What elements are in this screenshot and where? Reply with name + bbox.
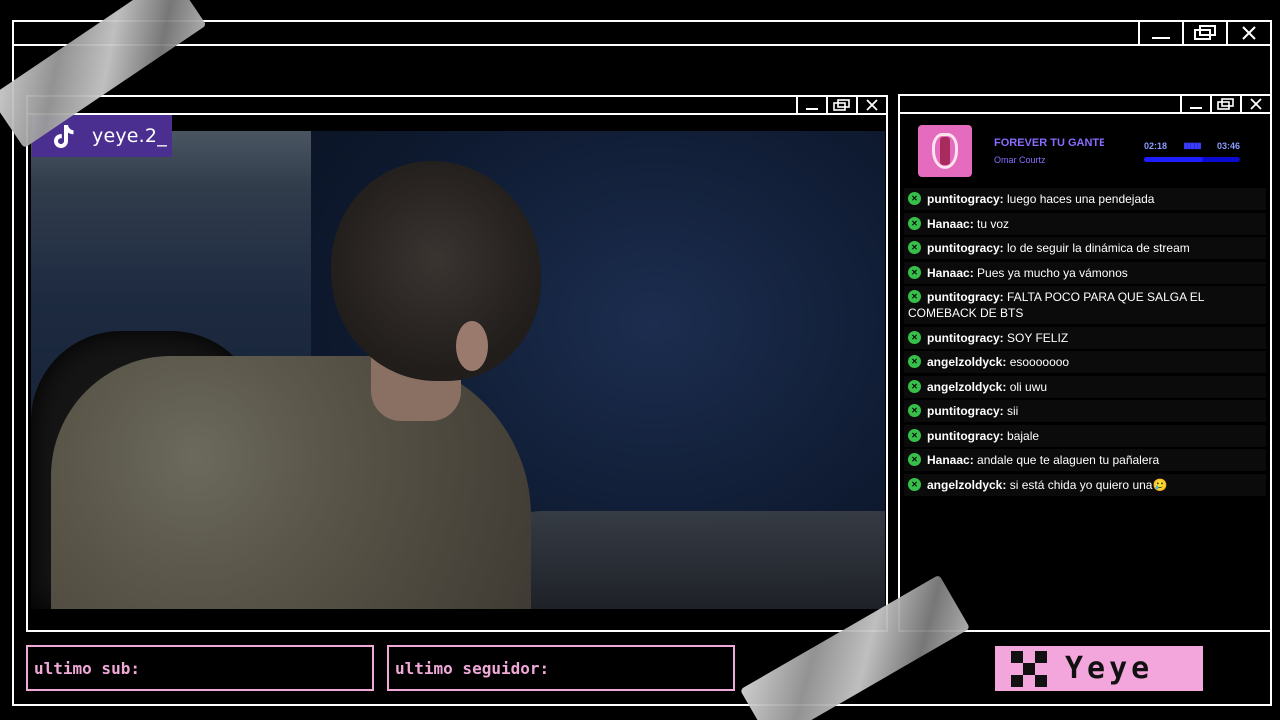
chat-username[interactable]: Hanaac: — [927, 453, 974, 467]
heart-art — [940, 137, 950, 165]
close-icon[interactable] — [856, 97, 886, 113]
chat-message: puntitogracy: FALTA POCO PARA QUE SALGA … — [904, 286, 1266, 324]
chat-text: tu voz — [977, 216, 1010, 231]
track-title: FOREVER TU GANTE — [994, 137, 1104, 149]
restore-icon[interactable] — [1182, 22, 1226, 44]
chat-message: puntitogracy: luego haces una pendejada — [904, 188, 1266, 210]
track-progress-fill — [1144, 156, 1203, 162]
chat-username[interactable]: angelzoldyck: — [927, 380, 1006, 394]
chat-username[interactable]: puntitogracy: — [927, 290, 1004, 304]
chat-message: angelzoldyck: oli uwu — [904, 375, 1266, 398]
moderator-badge-icon — [908, 330, 921, 344]
streamer-ear — [456, 321, 488, 371]
chat-username[interactable]: angelzoldyck: — [927, 478, 1006, 492]
minimize-icon[interactable] — [796, 97, 826, 113]
video-window: yeye.2_ — [26, 95, 888, 632]
moderator-badge-icon — [908, 290, 921, 303]
track-artist: Omar Courtz — [994, 155, 1046, 165]
chat-text: si está chida yo quiero una🥲 — [1009, 477, 1168, 492]
chat-text: oli uwu — [1009, 379, 1048, 394]
music-player: FOREVER TU GANTE Omar Courtz 02:18 ▮▮▮▮▮… — [908, 122, 1248, 180]
chat-username[interactable]: puntitogracy: — [927, 404, 1004, 418]
chat-list: puntitogracy: luego haces una pendejadaH… — [904, 188, 1266, 498]
chat-text: sii — [1007, 404, 1019, 418]
chat-message: puntitogracy: sii — [904, 400, 1266, 422]
streamer-logo: Yeye — [995, 646, 1203, 691]
moderator-badge-icon — [908, 241, 921, 254]
chat-message: puntitogracy: lo de seguir la dinámica d… — [904, 237, 1266, 259]
chat-username[interactable]: Hanaac: — [927, 217, 974, 231]
restore-icon[interactable] — [826, 97, 856, 113]
moderator-badge-icon — [908, 428, 921, 442]
restore-icon[interactable] — [1210, 96, 1240, 112]
album-cover — [918, 125, 972, 177]
chat-username[interactable]: angelzoldyck: — [927, 355, 1006, 369]
track-progress-bar[interactable] — [1144, 156, 1240, 162]
moderator-badge-icon — [908, 265, 921, 279]
video-window-controls — [796, 97, 886, 113]
outer-window-controls — [1138, 22, 1270, 44]
moderator-badge-icon — [908, 477, 921, 491]
total-time: 03:46 — [1216, 140, 1240, 151]
chat-message: Hanaac: tu voz — [904, 212, 1266, 235]
chat-text: Pues ya mucho ya vámonos — [977, 265, 1128, 280]
moderator-badge-icon — [908, 192, 921, 205]
chat-message: angelzoldyck: si está chida yo quiero un… — [904, 473, 1266, 496]
chat-window: FOREVER TU GANTE Omar Courtz 02:18 ▮▮▮▮▮… — [898, 94, 1272, 632]
last-sub-label: ultimo sub: — [34, 658, 140, 678]
close-icon[interactable] — [1226, 22, 1270, 44]
chat-text: lo de seguir la dinámica de stream — [1007, 241, 1190, 255]
chat-text: andale que te alaguen tu pañalera — [977, 453, 1160, 467]
moderator-badge-icon — [908, 404, 921, 417]
last-sub-box: ultimo sub: — [26, 645, 374, 691]
chat-message: puntitogracy: bajale — [904, 424, 1266, 447]
chat-message: Hanaac: Pues ya mucho ya vámonos — [904, 261, 1266, 284]
chat-username[interactable]: puntitogracy: — [927, 241, 1004, 255]
chat-titlebar — [900, 96, 1270, 114]
chat-text: SOY FELIZ — [1007, 330, 1069, 345]
bed — [501, 511, 885, 609]
chat-text: esooooooo — [1009, 355, 1070, 369]
chat-message: puntitogracy: SOY FELIZ — [904, 326, 1266, 349]
channel-name: yeye.2_ — [92, 125, 167, 147]
last-follower-box: ultimo seguidor: — [387, 645, 735, 691]
logo-text: Yeye — [1065, 651, 1154, 686]
chat-window-controls — [1180, 96, 1270, 112]
chat-text: luego haces una pendejada — [1007, 192, 1155, 206]
last-follower-label: ultimo seguidor: — [395, 658, 550, 678]
track-info: FOREVER TU GANTE Omar Courtz — [994, 137, 1104, 165]
track-time-row: 02:18 ▮▮▮▮▮ 03:46 — [1144, 141, 1240, 151]
close-icon[interactable] — [1240, 96, 1270, 112]
chat-username[interactable]: puntitogracy: — [927, 192, 1004, 206]
chat-message: Hanaac: andale que te alaguen tu pañaler… — [904, 449, 1266, 471]
minimize-icon[interactable] — [1180, 96, 1210, 112]
equalizer-icon: ▮▮▮▮▮ — [1183, 141, 1201, 150]
moderator-badge-icon — [908, 379, 921, 393]
chat-text: bajale — [1007, 428, 1040, 443]
track-timing: 02:18 ▮▮▮▮▮ 03:46 — [1144, 141, 1240, 162]
moderator-badge-icon — [908, 355, 921, 368]
webcam-video — [31, 131, 885, 609]
chat-username[interactable]: puntitogracy: — [927, 331, 1004, 345]
chat-message: angelzoldyck: esooooooo — [904, 351, 1266, 373]
checker-icon — [1011, 650, 1047, 687]
chat-username[interactable]: Hanaac: — [927, 266, 974, 280]
minimize-icon[interactable] — [1138, 22, 1182, 44]
moderator-badge-icon — [908, 216, 921, 230]
moderator-badge-icon — [908, 453, 921, 466]
elapsed-time: 02:18 — [1144, 140, 1168, 151]
video-titlebar — [28, 97, 886, 115]
chat-username[interactable]: puntitogracy: — [927, 429, 1004, 443]
